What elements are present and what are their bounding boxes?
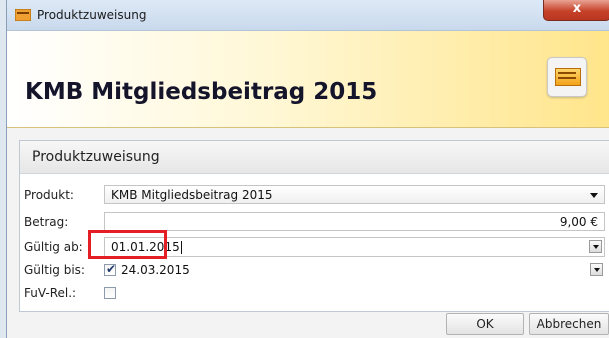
produkt-label: Produkt: [24,188,74,202]
betrag-label: Betrag: [24,215,69,229]
cancel-button[interactable]: Abbrechen [529,313,609,335]
header-banner: KMB Mitgliedsbeitrag 2015 [7,31,609,128]
package-icon [547,57,587,97]
fuv-rel-checkbox[interactable] [104,287,116,299]
gueltig-bis-value: 24.03.2015 [121,263,190,277]
window-title: Produktzuweisung [37,8,147,22]
ok-button[interactable]: OK [446,313,524,335]
gueltig-bis-dropdown-icon[interactable] [590,263,603,276]
chevron-down-icon[interactable] [590,193,598,198]
gueltig-ab-field[interactable]: 01.01.2015 [104,237,605,257]
produkt-value: KMB Mitgliedsbeitrag 2015 [111,188,273,202]
gueltig-bis-label: Gültig bis: [24,263,85,277]
page-title: KMB Mitgliedsbeitrag 2015 [25,79,378,105]
highlight-box [88,230,167,259]
gueltig-bis-checkbox[interactable]: ✔ [104,262,117,276]
assignment-panel: Produktzuweisung Produkt: KMB Mitgliedsb… [19,140,609,312]
panel-title: Produktzuweisung [32,149,160,165]
gueltig-bis-field[interactable]: ✔ 24.03.2015 [104,261,605,280]
title-bar: Produktzuweisung x [7,0,609,31]
checkmark-icon: ✔ [106,262,117,276]
betrag-value: 9,00 € [559,215,598,229]
fuv-rel-label: FuV-Rel.: [24,286,77,300]
gueltig-ab-label: Gültig ab: [24,240,83,254]
dialog-window: Produktzuweisung x KMB Mitgliedsbeitrag … [6,0,609,338]
gueltig-ab-dropdown-icon[interactable] [589,240,602,253]
text-cursor [180,241,182,254]
window-icon [15,9,31,21]
panel-header: Produktzuweisung [20,141,609,174]
produkt-select[interactable]: KMB Mitgliedsbeitrag 2015 [104,185,605,204]
close-button[interactable]: x [543,0,609,21]
betrag-field[interactable]: 9,00 € [104,212,605,231]
